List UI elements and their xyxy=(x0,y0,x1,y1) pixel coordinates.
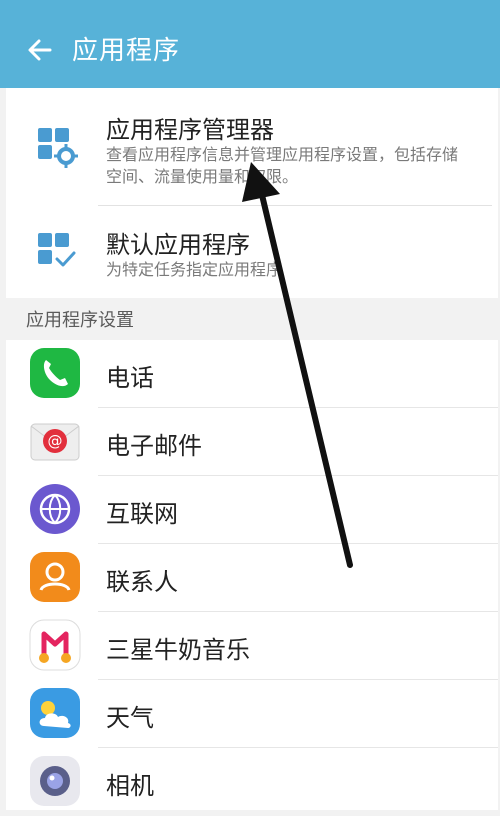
svg-text:@: @ xyxy=(48,432,63,450)
list-item-weather[interactable]: 天气 xyxy=(6,680,498,748)
list-item-label: 电子邮件 xyxy=(106,432,202,460)
music-icon xyxy=(29,619,81,671)
default-apps-title: 默认应用程序 xyxy=(106,231,250,259)
list-item-label: 联系人 xyxy=(106,568,178,596)
contacts-icon xyxy=(30,552,80,602)
list-item-label: 电话 xyxy=(106,364,154,392)
phone-icon xyxy=(30,348,80,398)
app-header: 应用程序 xyxy=(0,0,500,88)
section-header: 应用程序设置 xyxy=(26,310,134,331)
list-item-phone[interactable]: 电话 xyxy=(6,340,498,408)
list-item-contacts[interactable]: 联系人 xyxy=(6,544,498,612)
app-manager-title: 应用程序管理器 xyxy=(106,116,274,144)
default-apps-desc: 为特定任务指定应用程序 xyxy=(106,260,283,279)
app-settings-list: 电话 @ 电子邮件 互联网 联系人 三星牛奶音乐 天气 相机 xyxy=(6,340,498,810)
list-item-camera[interactable]: 相机 xyxy=(6,748,498,816)
app-manager-item[interactable]: 应用程序管理器 查看应用程序信息并管理应用程序设置，包括存储空间、流量使用量和权… xyxy=(6,88,498,205)
list-item-email[interactable]: @ 电子邮件 xyxy=(6,408,498,476)
app-manager-desc: 查看应用程序信息并管理应用程序设置，包括存储空间、流量使用量和权限。 xyxy=(106,145,459,186)
top-settings-card: 应用程序管理器 查看应用程序信息并管理应用程序设置，包括存储空间、流量使用量和权… xyxy=(6,88,498,298)
list-item-internet[interactable]: 互联网 xyxy=(6,476,498,544)
default-apps-icon xyxy=(38,233,76,267)
internet-icon xyxy=(30,484,80,534)
camera-icon xyxy=(30,756,80,806)
weather-icon xyxy=(30,688,80,738)
list-item-label: 天气 xyxy=(106,704,154,732)
list-item-label: 三星牛奶音乐 xyxy=(106,636,250,664)
list-item-label: 相机 xyxy=(106,772,154,800)
default-apps-item[interactable]: 默认应用程序 为特定任务指定应用程序 xyxy=(6,205,498,295)
app-manager-icon xyxy=(38,128,78,168)
arrow-left-icon[interactable] xyxy=(26,36,54,64)
list-item-label: 互联网 xyxy=(106,500,178,528)
list-item-music[interactable]: 三星牛奶音乐 xyxy=(6,612,498,680)
page-title: 应用程序 xyxy=(72,36,181,66)
email-icon: @ xyxy=(30,423,80,461)
